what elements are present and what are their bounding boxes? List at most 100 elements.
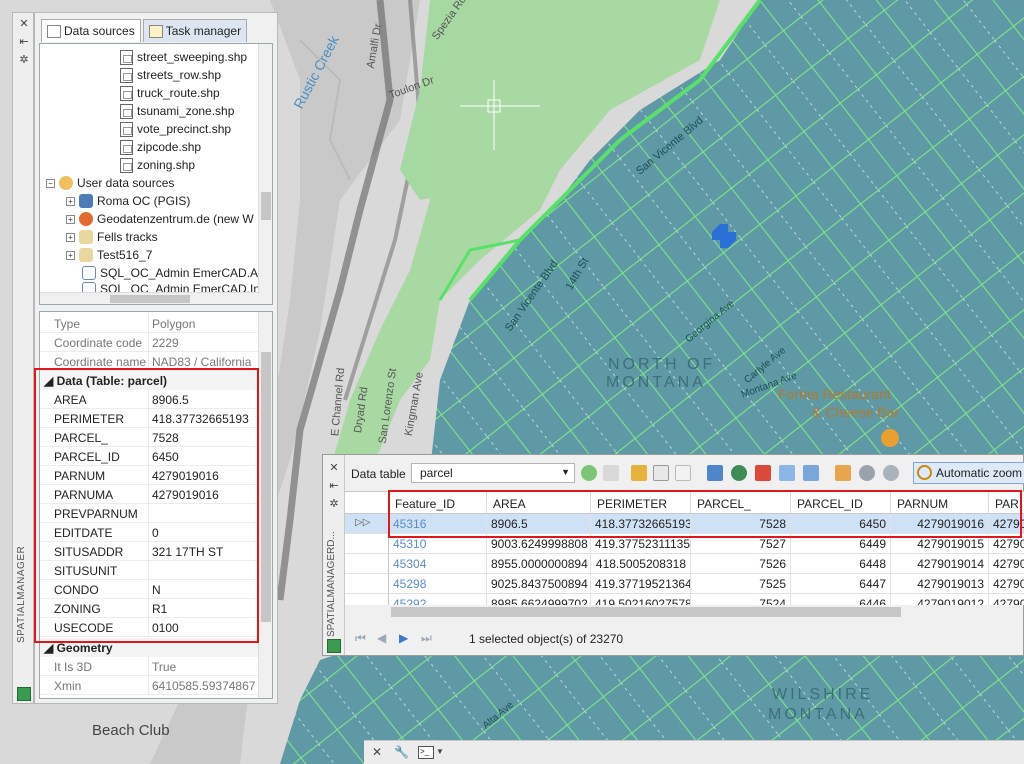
scrollbar-thumb[interactable] bbox=[391, 607, 901, 617]
tree-item-source[interactable]: + Test516_7 bbox=[66, 246, 152, 264]
cell-parnuma[interactable]: 42790 bbox=[989, 534, 1024, 554]
expand-icon[interactable]: + bbox=[66, 214, 75, 224]
cell-parcel[interactable]: 7524 bbox=[691, 594, 791, 605]
column-header-perimeter[interactable]: PERIMETER bbox=[591, 492, 691, 514]
link-icon[interactable] bbox=[859, 465, 875, 481]
tree-item-source[interactable]: SQL_OC_Admin EmerCAD.Ac bbox=[82, 264, 264, 282]
wrench-icon[interactable]: 🔧 bbox=[394, 745, 409, 759]
cell-parnum[interactable]: 4279019014 bbox=[891, 554, 989, 574]
cell-parnum[interactable]: 4279019013 bbox=[891, 574, 989, 594]
tree-item-file[interactable]: truck_route.shp bbox=[120, 84, 220, 102]
cell-parcel[interactable]: 7528 bbox=[691, 514, 791, 534]
column-header-parnum[interactable]: PARNUM bbox=[891, 492, 989, 514]
row-header[interactable] bbox=[345, 534, 389, 554]
tree-item-file[interactable]: tsunami_zone.shp bbox=[120, 102, 234, 120]
cell-feature-id[interactable]: 45310 bbox=[389, 534, 487, 554]
close-icon[interactable]: ✕ bbox=[372, 745, 382, 759]
cell-area[interactable]: 8955.0000000894 bbox=[487, 554, 591, 574]
add-record-icon[interactable] bbox=[803, 465, 819, 481]
tree-item-source[interactable]: + Geodatenzentrum.de (new W bbox=[66, 210, 254, 228]
prop-row[interactable]: ZONING R1 bbox=[40, 599, 260, 618]
tree-vertical-scrollbar[interactable] bbox=[258, 44, 272, 304]
properties-scrollbar[interactable] bbox=[258, 312, 272, 698]
expand-icon[interactable]: + bbox=[66, 196, 75, 206]
cell-parcel-id[interactable]: 6446 bbox=[791, 594, 891, 605]
row-header[interactable] bbox=[345, 594, 389, 605]
next-record-icon[interactable]: ▶ bbox=[399, 631, 408, 645]
pin-icon[interactable]: ⇤ bbox=[17, 35, 31, 49]
tab-data-sources[interactable]: Data sources bbox=[41, 19, 141, 42]
cell-area[interactable]: 9003.6249998808 bbox=[487, 534, 591, 554]
prop-row[interactable]: PERIMETER 418.37732665193 bbox=[40, 409, 260, 428]
scrollbar-thumb[interactable] bbox=[110, 295, 190, 303]
prop-row[interactable]: PARNUM 4279019016 bbox=[40, 466, 260, 485]
scrollbar-thumb[interactable] bbox=[261, 352, 271, 622]
chevron-down-icon[interactable]: ▼ bbox=[436, 747, 444, 756]
export-icon[interactable] bbox=[631, 465, 647, 481]
delete-record-icon[interactable] bbox=[755, 465, 771, 481]
cell-area[interactable]: 9025.8437500894 bbox=[487, 574, 591, 594]
prop-row[interactable]: SITUSUNIT bbox=[40, 561, 260, 580]
cell-parcel-id[interactable]: 6448 bbox=[791, 554, 891, 574]
tree-item-source[interactable]: + Fells tracks bbox=[66, 228, 158, 246]
cell-feature-id[interactable]: 45304 bbox=[389, 554, 487, 574]
table-view-icon[interactable] bbox=[603, 465, 619, 481]
prop-row[interactable]: PREVPARNUM bbox=[40, 504, 260, 523]
layer-select[interactable]: parcel ▼ bbox=[411, 463, 575, 483]
prop-row[interactable]: Type Polygon bbox=[40, 314, 260, 333]
tab-task-manager[interactable]: Task manager bbox=[142, 19, 248, 42]
row-indicator-icon[interactable]: ▷▷ bbox=[345, 514, 389, 534]
cell-parcel[interactable]: 7526 bbox=[691, 554, 791, 574]
select-records-icon[interactable] bbox=[779, 465, 795, 481]
cell-perimeter[interactable]: 419.37752311135 bbox=[591, 534, 691, 554]
prop-row[interactable]: Xmin 6410585.59374867 bbox=[40, 676, 260, 695]
column-header-parnuma[interactable]: PAR bbox=[989, 492, 1024, 514]
automatic-zoom-button[interactable]: Automatic zoom▼ bbox=[913, 462, 1024, 484]
row-header[interactable] bbox=[345, 554, 389, 574]
previous-record-icon[interactable]: ◀ bbox=[377, 631, 386, 645]
cell-feature-id[interactable]: 45316 bbox=[389, 514, 487, 534]
cell-parcel-id[interactable]: 6447 bbox=[791, 574, 891, 594]
cell-parnuma[interactable]: 42790 bbox=[989, 514, 1024, 534]
cell-parcel[interactable]: 7525 bbox=[691, 574, 791, 594]
cell-parcel-id[interactable]: 6449 bbox=[791, 534, 891, 554]
cell-feature-id[interactable]: 45298 bbox=[389, 574, 487, 594]
command-line-icon[interactable]: >_ bbox=[418, 746, 434, 759]
cell-parnuma[interactable]: 42790 bbox=[989, 554, 1024, 574]
close-icon[interactable]: ✕ bbox=[17, 17, 31, 31]
tree-item-file[interactable]: streets_row.shp bbox=[120, 66, 221, 84]
prop-row[interactable]: AREA 8906.5 bbox=[40, 390, 260, 409]
tree-item-file[interactable]: street_sweeping.shp bbox=[120, 48, 247, 66]
cell-parcel[interactable]: 7527 bbox=[691, 534, 791, 554]
refresh-icon[interactable] bbox=[581, 465, 597, 481]
column-header-parcel[interactable]: PARCEL_ bbox=[691, 492, 791, 514]
collapse-icon[interactable]: − bbox=[46, 178, 55, 188]
pin-icon[interactable]: ⇤ bbox=[327, 479, 341, 493]
cell-feature-id[interactable]: 45292 bbox=[389, 594, 487, 605]
cell-perimeter[interactable]: 418.37732665193 bbox=[591, 514, 691, 534]
grid-icon[interactable] bbox=[707, 465, 723, 481]
cell-area[interactable]: 8906.5 bbox=[487, 514, 591, 534]
eraser-icon[interactable] bbox=[675, 465, 691, 481]
tree-item-file[interactable]: zipcode.shp bbox=[120, 138, 201, 156]
geometry-section-header[interactable]: ◢ Geometry bbox=[40, 638, 260, 657]
cell-parnuma[interactable]: 42790 bbox=[989, 594, 1024, 605]
prop-row[interactable]: PARCEL_ 7528 bbox=[40, 428, 260, 447]
prop-row[interactable]: SITUSADDR 321 17TH ST bbox=[40, 542, 260, 561]
cell-parnuma[interactable]: 42790 bbox=[989, 574, 1024, 594]
settings-icon[interactable]: ✲ bbox=[17, 53, 31, 67]
prop-row[interactable]: PARCEL_ID 6450 bbox=[40, 447, 260, 466]
prop-row[interactable]: PARNUMA 4279019016 bbox=[40, 485, 260, 504]
expand-icon[interactable]: + bbox=[66, 250, 75, 260]
copy-icon[interactable] bbox=[653, 465, 669, 481]
tree-item-source[interactable]: + Roma OC (PGIS) bbox=[66, 192, 190, 210]
scrollbar-thumb[interactable] bbox=[261, 192, 271, 220]
cell-parcel-id[interactable]: 6450 bbox=[791, 514, 891, 534]
column-header-parcel-id[interactable]: PARCEL_ID bbox=[791, 492, 891, 514]
tree-item-file[interactable]: zoning.shp bbox=[120, 156, 195, 174]
data-section-header[interactable]: ◢ Data (Table: parcel) bbox=[40, 371, 260, 390]
prop-row[interactable]: CONDO N bbox=[40, 580, 260, 599]
expand-icon[interactable]: + bbox=[66, 232, 75, 242]
edit-table-icon[interactable] bbox=[835, 465, 851, 481]
column-header-area[interactable]: AREA bbox=[487, 492, 591, 514]
